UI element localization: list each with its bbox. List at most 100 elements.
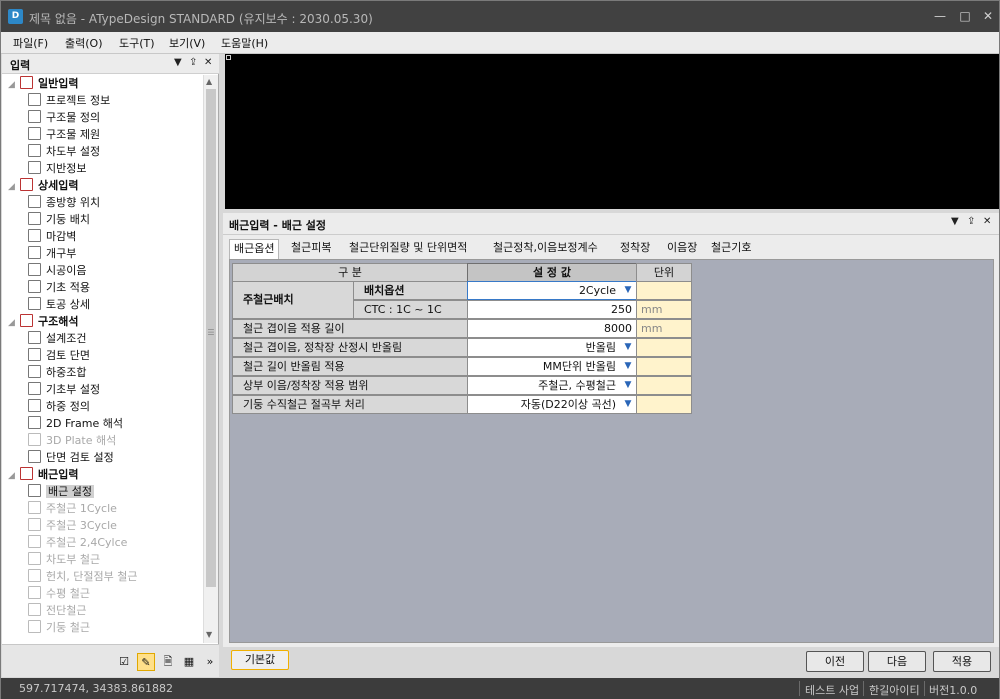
dropdown-arrow-icon[interactable]: ▼ [620,358,636,375]
tree-item[interactable]: 기초부 설정 [28,381,100,398]
tree-item[interactable]: 3D Plate 해석 [28,432,116,449]
tree-node-icon [28,331,41,344]
dropdown-arrow-icon[interactable]: ▼ [620,377,636,394]
tree-item[interactable]: 전단철근 [28,602,86,619]
minimize-icon[interactable]: — [931,8,949,24]
tab-unit-mass[interactable]: 철근단위질량 및 단위면적 [345,239,471,259]
tab-rebar-options[interactable]: 배근옵션 [229,239,280,259]
pin-icon[interactable]: ⇪ [189,57,197,68]
panel-close-icon[interactable]: ✕ [983,216,991,227]
menu-file[interactable]: 파일(F) [13,35,48,51]
group-label: 주철근배치 [232,281,354,319]
tree-item[interactable]: 하중 정의 [28,398,90,415]
maximize-icon[interactable]: □ [956,8,974,24]
tree-node-icon [28,246,41,259]
tree-item[interactable]: 설계조건 [28,330,86,347]
edit-icon[interactable]: ✎ [137,653,155,671]
scroll-down-icon[interactable]: ▼ [206,630,212,639]
tree-item[interactable]: 하중조합 [28,364,86,381]
tree-item[interactable]: 종방향 위치 [28,194,100,211]
tab-anchorage-length[interactable]: 정착장 [616,239,654,259]
tree-item[interactable]: 기초 적용 [28,279,90,296]
row-value[interactable]: 250 [467,300,637,319]
tree-item[interactable]: 프로젝트 정보 [28,92,110,109]
panel-close-icon[interactable]: ✕ [204,57,212,68]
panel-menu-icon[interactable]: ▼ [951,216,959,227]
tree-item[interactable]: 주철근 1Cycle [28,500,117,517]
dropdown-arrow-icon[interactable]: ▼ [620,282,636,299]
more-icon[interactable]: » [201,653,219,671]
tree-item[interactable]: 토공 상세 [28,296,90,313]
row-value[interactable]: 자동(D22이상 곡선) ▼ [467,395,637,414]
apply-button[interactable]: 적용 [933,651,991,672]
next-button[interactable]: 다음 [868,651,926,672]
default-button[interactable]: 기본값 [231,650,289,670]
tree-item[interactable]: 수평 철근 [28,585,90,602]
tree-item[interactable]: 주철근 3Cycle [28,517,117,534]
tree-item-label: 단면 검토 설정 [46,451,114,464]
check-icon[interactable]: ☑ [115,653,133,671]
row-value[interactable]: MM단위 반올림 ▼ [467,357,637,376]
tab-cover[interactable]: 철근피복 [287,239,335,259]
tree-item[interactable]: 구조물 정의 [28,109,100,126]
collapse-icon[interactable]: ◢ [8,468,20,485]
tree-group[interactable]: ◢ 일반입력 [8,75,78,92]
tree-item[interactable]: 기둥 철근 [28,619,90,636]
tree-item[interactable]: 차도부 설정 [28,143,100,160]
row-value[interactable]: 2Cycle ▼ [467,281,637,300]
tree-group[interactable]: ◢ 구조해석 [8,313,78,330]
tree-item[interactable]: 시공이음 [28,262,86,279]
document-icon[interactable]: 🗎 [159,653,177,671]
dropdown-arrow-icon[interactable]: ▼ [620,339,636,356]
tree-item[interactable]: 검토 단면 [28,347,90,364]
collapse-icon[interactable]: ◢ [8,77,20,94]
pin-icon[interactable]: ⇪ [967,216,975,227]
scroll-thumb[interactable] [206,89,216,587]
tab-splice-length[interactable]: 이음장 [663,239,701,259]
excel-icon[interactable]: ▦ [180,653,198,671]
tree-item[interactable]: 주철근 2,4Cylce [28,534,127,551]
row-value[interactable]: 반올림 ▼ [467,338,637,357]
menu-output[interactable]: 출력(O) [65,35,102,51]
tree-item-label: 마감벽 [46,230,77,243]
app-logo-icon: D [8,9,23,24]
menu-help[interactable]: 도움말(H) [221,35,268,51]
row-value[interactable]: 8000 [467,319,637,338]
row-unit: mm [636,319,692,338]
window-title: 제목 없음 - ATypeDesign STANDARD (유지보수 : 203… [29,12,373,26]
dropdown-arrow-icon[interactable]: ▼ [620,396,636,413]
tab-rebar-symbol[interactable]: 철근기호 [707,239,755,259]
row-value[interactable]: 주철근, 수평철근 ▼ [467,376,637,395]
tree-scrollbar[interactable]: ▲ ☰ ▼ [203,75,218,643]
menu-tools[interactable]: 도구(T) [119,35,155,51]
tree-item[interactable]: 차도부 철근 [28,551,100,568]
menu-view[interactable]: 보기(V) [169,35,205,51]
collapse-icon[interactable]: ◢ [8,179,20,196]
header-unit: 단위 [636,263,692,282]
header-section: 구 분 [232,263,468,282]
model-view[interactable] [225,54,999,209]
tree-item[interactable]: 2D Frame 해석 [28,415,123,432]
tree-item-label: 구조해석 [38,315,79,328]
collapse-icon[interactable]: ◢ [8,315,20,332]
tree-node-icon [28,518,41,531]
tree-item[interactable]: 지반정보 [28,160,86,177]
tree-item[interactable]: 단면 검토 설정 [28,449,114,466]
tree-item-label: 구조물 제원 [46,128,101,141]
row-unit [636,338,692,357]
tab-anchorage-factor[interactable]: 철근정착,이음보정계수 [489,239,602,259]
tree-group[interactable]: ◢ 배근입력 [8,466,78,483]
tree-item[interactable]: 기둥 배치 [28,211,90,228]
tree-item[interactable]: 배근 설정 [28,483,94,500]
panel-menu-icon[interactable]: ▼ [174,57,182,68]
tree-item[interactable]: 구조물 제원 [28,126,100,143]
input-tree: ◢ 일반입력 프로젝트 정보 구조물 정의구조물 제원차도부 설정 지반정보 ◢ 상세입력 종… [2,75,202,643]
tree-node-icon [20,314,33,327]
close-icon[interactable]: ✕ [979,8,997,24]
tree-item[interactable]: 개구부 [28,245,76,262]
tree-item[interactable]: 헌치, 단절점부 철근 [28,568,137,585]
tree-group[interactable]: ◢ 상세입력 [8,177,78,194]
prev-button[interactable]: 이전 [806,651,864,672]
scroll-up-icon[interactable]: ▲ [206,77,212,86]
tree-item[interactable]: 마감벽 [28,228,76,245]
